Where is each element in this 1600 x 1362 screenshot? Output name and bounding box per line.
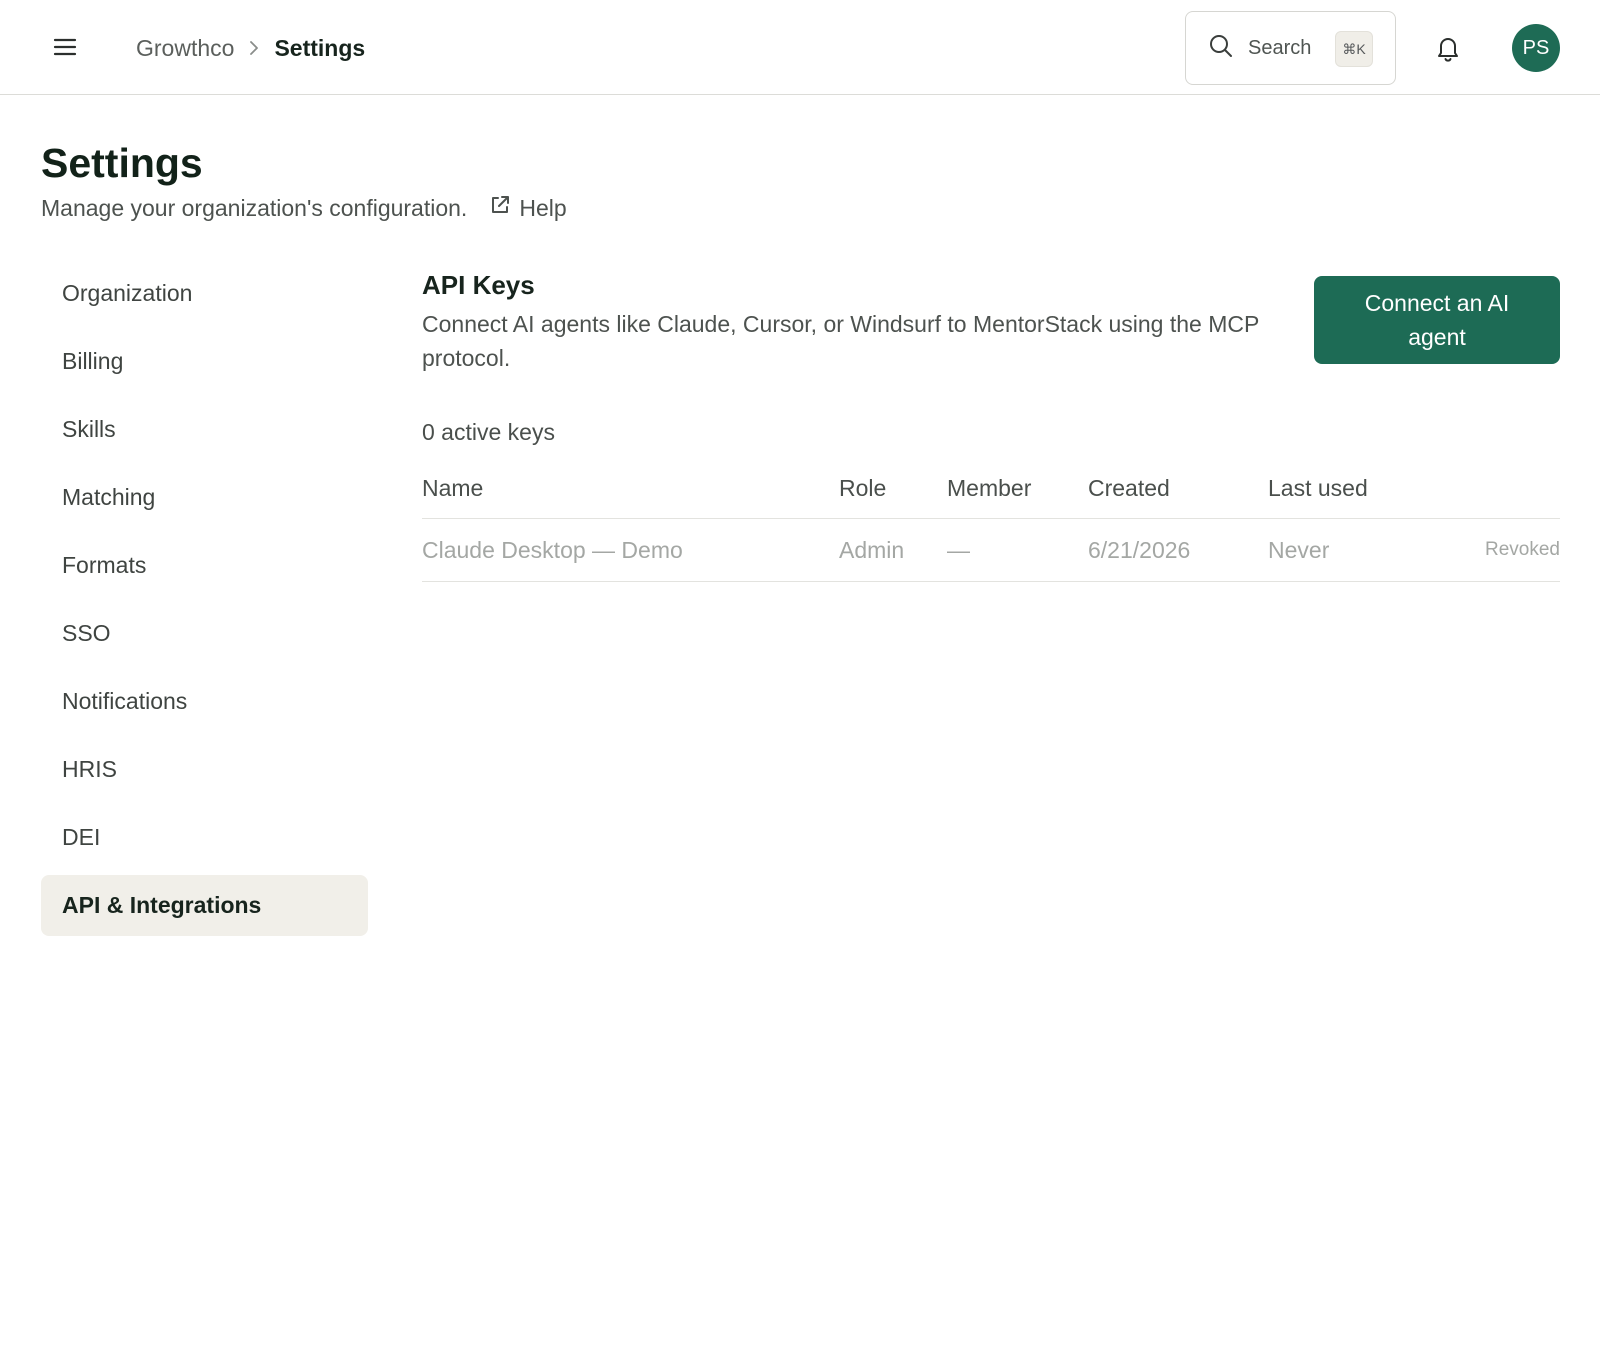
page-title: Settings — [41, 140, 203, 186]
sidebar-item-hris[interactable]: HRIS — [41, 739, 368, 800]
api-keys-description: Connect AI agents like Claude, Cursor, o… — [422, 311, 1259, 371]
sidebar-item-notifications[interactable]: Notifications — [41, 671, 368, 732]
help-link-label: Help — [519, 195, 567, 221]
breadcrumb: Growthco Settings — [136, 30, 365, 66]
column-header-created: Created — [1088, 474, 1170, 501]
connect-ai-agent-button[interactable]: Connect an AI agent — [1314, 276, 1560, 364]
sidebar-item-formats[interactable]: Formats — [41, 535, 368, 596]
key-role-cell: Admin — [839, 536, 905, 563]
column-header-name: Name — [422, 474, 484, 501]
column-header-last-used: Last used — [1268, 474, 1368, 501]
search-button[interactable]: Search ⌘K — [1185, 11, 1396, 85]
sidebar-item-skills[interactable]: Skills — [41, 399, 368, 460]
column-header-role: Role — [839, 474, 887, 501]
key-member-cell: — — [947, 536, 970, 563]
search-icon — [1208, 33, 1234, 64]
sidebar-item-api-integrations[interactable]: API & Integrations — [41, 875, 368, 936]
help-link[interactable]: Help — [489, 192, 567, 224]
api-keys-table: Name Role Member Created Last used Claud… — [422, 460, 1560, 582]
sidebar-item-billing[interactable]: Billing — [41, 331, 368, 392]
page-subtitle-row: Manage your organization's configuration… — [41, 192, 567, 224]
search-shortcut-badge: ⌘K — [1335, 31, 1373, 67]
external-link-icon — [489, 192, 511, 224]
breadcrumb-current: Settings — [274, 34, 366, 61]
key-created-cell: 6/21/2026 — [1088, 536, 1191, 563]
table-row: Claude Desktop — Demo Admin — 6/21/2026 … — [422, 519, 1560, 582]
top-bar: Growthco Settings Search ⌘K PS — [0, 0, 1600, 95]
hamburger-menu-icon[interactable] — [48, 30, 82, 64]
column-header-member: Member — [947, 474, 1032, 501]
key-name-cell: Claude Desktop — Demo — [422, 536, 683, 563]
page-subtitle: Manage your organization's configuration… — [41, 195, 468, 221]
active-keys-count: 0 active keys — [422, 419, 555, 445]
breadcrumb-org-link[interactable]: Growthco — [136, 35, 234, 62]
user-avatar[interactable]: PS — [1512, 24, 1560, 72]
settings-sidebar: Organization Billing Skills Matching For… — [41, 263, 368, 943]
sidebar-item-matching[interactable]: Matching — [41, 467, 368, 528]
sidebar-item-sso[interactable]: SSO — [41, 603, 368, 664]
notifications-bell-icon[interactable] — [1430, 30, 1466, 66]
sidebar-item-dei[interactable]: DEI — [41, 807, 368, 868]
table-header-row: Name Role Member Created Last used — [422, 460, 1560, 519]
key-status-revoked: Revoked — [1485, 539, 1560, 560]
sidebar-item-organization[interactable]: Organization — [41, 263, 368, 324]
key-last-used-cell: Never — [1268, 536, 1330, 563]
api-keys-title: API Keys — [422, 270, 535, 300]
chevron-right-icon — [248, 40, 260, 56]
search-label: Search — [1248, 36, 1312, 59]
